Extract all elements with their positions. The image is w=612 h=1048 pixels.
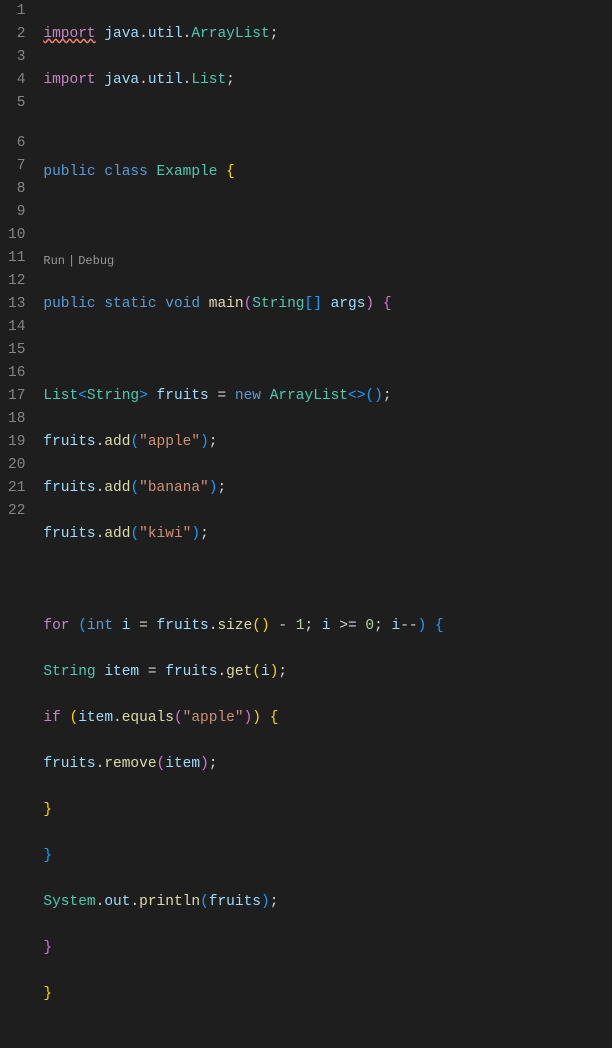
line-number: 4 xyxy=(8,69,25,92)
codelens-gap xyxy=(8,115,25,132)
code-line: } xyxy=(43,983,612,1006)
code-line: fruits.add("kiwi"); xyxy=(43,523,612,546)
code-line: public static void main(String[] args) { xyxy=(43,293,612,316)
code-area[interactable]: import java.util.ArrayList; import java.… xyxy=(43,0,612,524)
line-number: 18 xyxy=(8,408,25,431)
line-number: 15 xyxy=(8,339,25,362)
code-line: fruits.add("apple"); xyxy=(43,431,612,454)
code-line xyxy=(43,207,612,230)
code-line: for (int i = fruits.size() - 1; i >= 0; … xyxy=(43,615,612,638)
code-line xyxy=(43,569,612,592)
line-number: 10 xyxy=(8,224,25,247)
line-number: 1 xyxy=(8,0,25,23)
codelens-run[interactable]: Run xyxy=(43,254,65,268)
code-line: fruits.remove(item); xyxy=(43,753,612,776)
line-number: 3 xyxy=(8,46,25,69)
code-line: List<String> fruits = new ArrayList<>(); xyxy=(43,385,612,408)
line-number: 22 xyxy=(8,500,25,523)
line-number: 13 xyxy=(8,293,25,316)
line-number: 12 xyxy=(8,270,25,293)
line-number: 7 xyxy=(8,155,25,178)
line-number: 21 xyxy=(8,477,25,500)
line-number: 6 xyxy=(8,132,25,155)
code-line: public class Example { xyxy=(43,161,612,184)
code-line xyxy=(43,115,612,138)
line-number: 16 xyxy=(8,362,25,385)
code-line: import java.util.List; xyxy=(43,69,612,92)
code-editor: 1 2 3 4 5 6 7 8 9 10 11 12 13 14 15 16 1… xyxy=(0,0,612,524)
line-number: 8 xyxy=(8,178,25,201)
code-line: if (item.equals("apple")) { xyxy=(43,707,612,730)
code-line: String item = fruits.get(i); xyxy=(43,661,612,684)
line-number: 2 xyxy=(8,23,25,46)
line-number-gutter: 1 2 3 4 5 6 7 8 9 10 11 12 13 14 15 16 1… xyxy=(0,0,43,524)
line-number: 17 xyxy=(8,385,25,408)
code-line: } xyxy=(43,845,612,868)
line-number: 19 xyxy=(8,431,25,454)
codelens-debug[interactable]: Debug xyxy=(78,254,114,268)
code-line: System.out.println(fruits); xyxy=(43,891,612,914)
codelens-sep: | xyxy=(68,254,75,268)
line-number: 20 xyxy=(8,454,25,477)
line-number: 5 xyxy=(8,92,25,115)
code-line xyxy=(43,1029,612,1048)
line-number: 11 xyxy=(8,247,25,270)
line-number: 14 xyxy=(8,316,25,339)
code-line: } xyxy=(43,799,612,822)
code-line: import java.util.ArrayList; xyxy=(43,23,612,46)
code-line: fruits.add("banana"); xyxy=(43,477,612,500)
codelens: Run|Debug xyxy=(43,253,612,270)
code-line: } xyxy=(43,937,612,960)
code-line xyxy=(43,339,612,362)
line-number: 9 xyxy=(8,201,25,224)
